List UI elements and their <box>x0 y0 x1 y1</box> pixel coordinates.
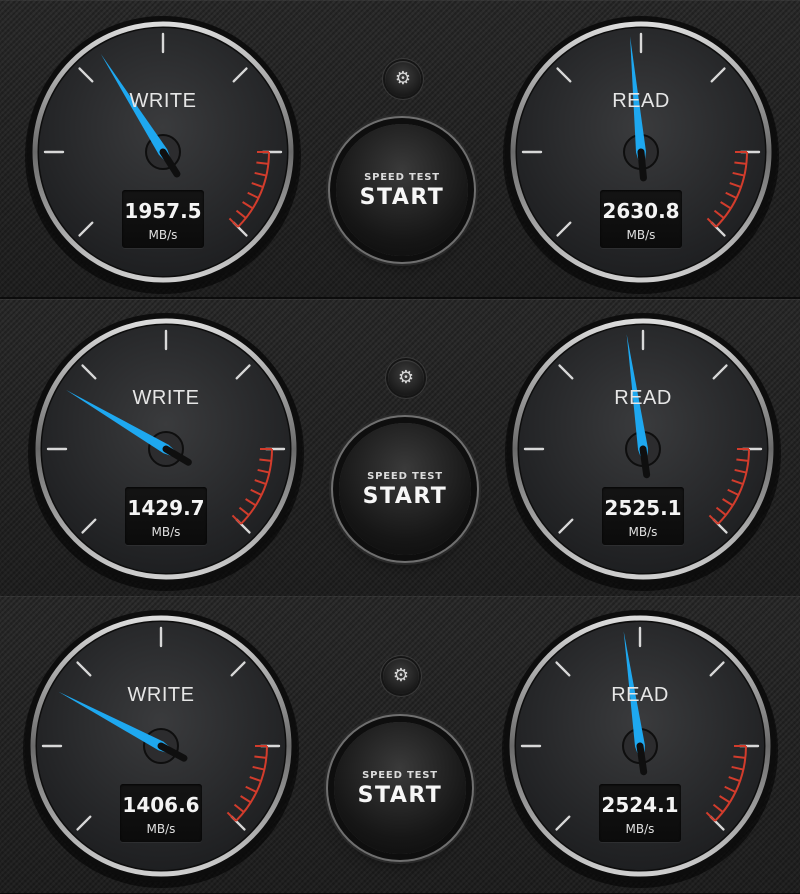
write-readout: 1406.6 MB/s <box>120 784 202 842</box>
speed-test-panel-3: WRITE 1406.6 MB/s ⚙ SPEED TEST START REA… <box>0 596 800 894</box>
write-speed-value: 1957.5 <box>124 199 202 223</box>
read-speed-value: 2524.1 <box>601 793 679 817</box>
read-readout: 2525.1 MB/s <box>602 487 684 545</box>
write-speed-unit: MB/s <box>146 822 176 836</box>
settings-gear-icon[interactable]: ⚙ <box>385 61 421 97</box>
write-speed-value: 1406.6 <box>122 793 200 817</box>
write-readout: 1957.5 MB/s <box>122 190 204 248</box>
read-speed-unit: MB/s <box>625 822 655 836</box>
speed-test-label: SPEED TEST <box>362 770 438 781</box>
write-gauge-label: WRITE <box>132 387 200 409</box>
read-gauge-label: READ <box>612 90 670 112</box>
speed-test-panel-1: WRITE 1957.5 MB/s ⚙ SPEED TEST START REA… <box>0 0 800 298</box>
write-gauge-label: WRITE <box>129 90 197 112</box>
read-speed-value: 2525.1 <box>604 496 682 520</box>
read-readout: 2524.1 MB/s <box>599 784 681 842</box>
write-speed-unit: MB/s <box>148 228 178 242</box>
read-readout: 2630.8 MB/s <box>600 190 682 248</box>
needle-counterweight <box>636 742 648 776</box>
write-speed-value: 1429.7 <box>127 496 205 520</box>
read-speed-unit: MB/s <box>626 228 656 242</box>
gauge-dial <box>503 16 779 294</box>
start-label: START <box>359 185 445 210</box>
needle-counterweight <box>639 445 651 479</box>
speed-test-start-button[interactable]: SPEED TEST START <box>336 124 468 256</box>
speed-test-panel-2: WRITE 1429.7 MB/s ⚙ SPEED TEST START REA… <box>0 298 800 598</box>
redline-tick <box>259 458 272 462</box>
settings-gear-icon[interactable]: ⚙ <box>383 658 419 694</box>
read-speed-unit: MB/s <box>628 525 658 539</box>
speed-test-screenshots: WRITE 1957.5 MB/s ⚙ SPEED TEST START REA… <box>0 0 800 894</box>
redline-tick <box>736 458 749 462</box>
gauge-dial <box>502 610 778 888</box>
read-gauge-label: READ <box>614 387 672 409</box>
read-gauge-label: READ <box>611 684 669 706</box>
speed-test-start-button[interactable]: SPEED TEST START <box>334 722 466 854</box>
write-readout: 1429.7 MB/s <box>125 487 207 545</box>
speed-test-label: SPEED TEST <box>364 172 440 183</box>
start-label: START <box>362 484 448 509</box>
redline-tick <box>734 161 747 165</box>
gauge-dial <box>505 313 781 591</box>
speed-test-label: SPEED TEST <box>367 471 443 482</box>
redline-tick <box>254 755 267 759</box>
read-speed-value: 2630.8 <box>602 199 680 223</box>
write-speed-unit: MB/s <box>151 525 181 539</box>
settings-gear-icon[interactable]: ⚙ <box>388 360 424 396</box>
redline-tick <box>733 755 746 759</box>
speed-test-start-button[interactable]: SPEED TEST START <box>339 423 471 555</box>
start-label: START <box>357 783 443 808</box>
write-gauge-label: WRITE <box>127 684 195 706</box>
gauge-dial <box>25 16 301 294</box>
gauge-dial <box>28 313 304 591</box>
needle-counterweight <box>637 148 647 182</box>
gauge-dial <box>23 610 299 888</box>
redline-tick <box>256 161 269 165</box>
